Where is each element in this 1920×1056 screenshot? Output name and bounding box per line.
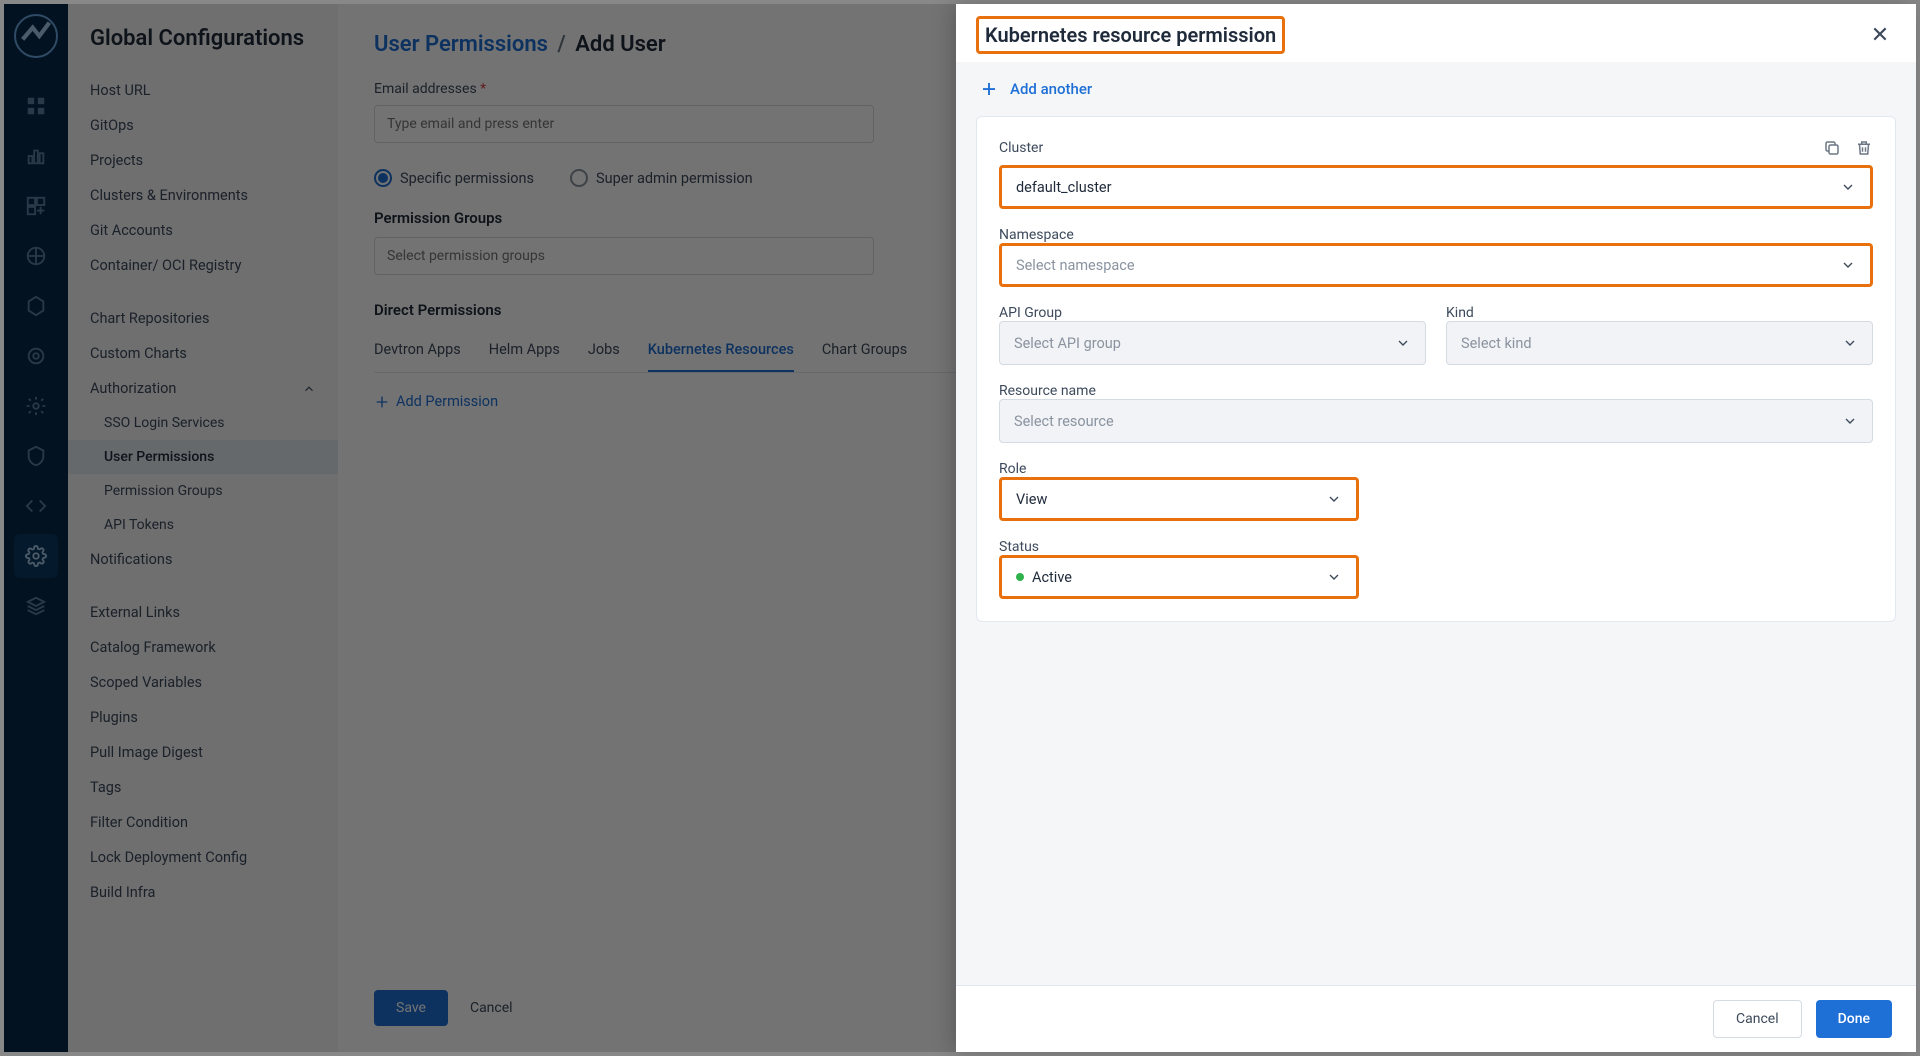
chevron-down-icon	[1842, 335, 1858, 351]
panel-title: Kubernetes resource permission	[976, 16, 1285, 54]
kind-label: Kind	[1446, 305, 1873, 321]
role-label: Role	[999, 461, 1873, 477]
panel-done-button[interactable]: Done	[1816, 1000, 1892, 1038]
chevron-down-icon	[1326, 491, 1342, 507]
namespace-label: Namespace	[999, 227, 1873, 243]
chevron-down-icon	[1840, 179, 1856, 195]
api-group-select[interactable]: Select API group	[999, 321, 1426, 365]
chevron-down-icon	[1840, 257, 1856, 273]
copy-icon[interactable]	[1823, 139, 1841, 157]
permission-card: Cluster default_cluster Namespace Select…	[976, 116, 1896, 622]
role-select[interactable]: View	[999, 477, 1359, 521]
api-group-label: API Group	[999, 305, 1426, 321]
cluster-label: Cluster	[999, 140, 1043, 156]
delete-icon[interactable]	[1855, 139, 1873, 157]
close-icon[interactable]: ✕	[1868, 23, 1892, 47]
resource-name-select[interactable]: Select resource	[999, 399, 1873, 443]
panel-cancel-button[interactable]: Cancel	[1713, 1000, 1802, 1038]
chevron-down-icon	[1842, 413, 1858, 429]
add-another-button[interactable]: Add another	[976, 62, 1896, 116]
kind-select[interactable]: Select kind	[1446, 321, 1873, 365]
chevron-down-icon	[1395, 335, 1411, 351]
plus-icon	[980, 80, 998, 98]
resource-name-label: Resource name	[999, 383, 1873, 399]
status-select[interactable]: Active	[999, 555, 1359, 599]
status-label: Status	[999, 539, 1873, 555]
chevron-down-icon	[1326, 569, 1342, 585]
status-active-dot	[1016, 573, 1024, 581]
kubernetes-permission-panel: Kubernetes resource permission ✕ Add ano…	[956, 4, 1916, 1052]
cluster-select[interactable]: default_cluster	[999, 165, 1873, 209]
namespace-select[interactable]: Select namespace	[999, 243, 1873, 287]
